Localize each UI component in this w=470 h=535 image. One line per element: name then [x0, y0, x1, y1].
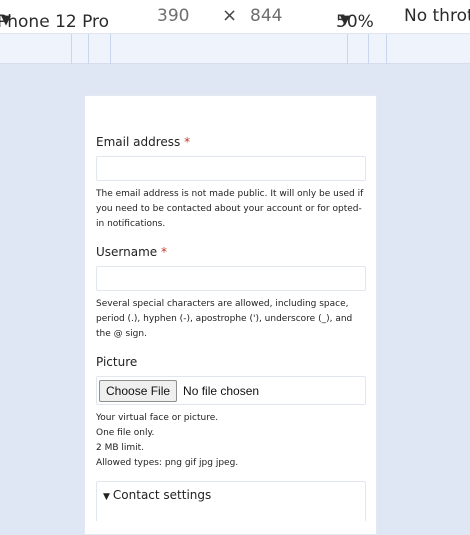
registration-form: Email address * The email address is not…	[96, 134, 366, 521]
throttle-selector[interactable]: No throt	[404, 6, 470, 26]
dropdown-triangle-icon: ▼	[1, 13, 11, 28]
viewport-height-input[interactable]: 844	[250, 6, 282, 26]
picture-help: Your virtual face or picture. One file o…	[96, 411, 366, 471]
device-toolbar: Phone 12 Pro ▼ 390 × 844 50% ▼ No throt	[0, 0, 470, 34]
picture-help-line: One file only.	[96, 428, 155, 438]
dropdown-triangle-icon: ▼	[340, 13, 350, 28]
viewport-width-input[interactable]: 390	[157, 6, 189, 26]
media-query-ruler	[0, 34, 470, 64]
username-label: Username *	[96, 245, 167, 259]
contact-settings-summary[interactable]: ▼ Contact settings	[103, 488, 359, 502]
username-field[interactable]	[96, 266, 366, 291]
ruler-tick[interactable]	[71, 34, 72, 64]
viewport: Email address * The email address is not…	[0, 65, 470, 535]
picture-help-line: Allowed types: png gif jpg jpeg.	[96, 458, 239, 468]
device-name: Phone 12 Pro	[0, 12, 110, 32]
dimension-separator: ×	[222, 5, 238, 26]
email-field[interactable]	[96, 156, 366, 181]
registration-form-card: Email address * The email address is not…	[84, 95, 377, 535]
file-status-text: No file chosen	[183, 383, 260, 398]
email-label: Email address *	[96, 135, 191, 149]
required-marker: *	[184, 135, 191, 149]
contact-settings-label: Contact settings	[112, 488, 212, 502]
username-description: Several special characters are allowed, …	[96, 299, 353, 339]
disclosure-triangle-icon: ▼	[103, 492, 110, 502]
picture-help-line: Your virtual face or picture.	[96, 413, 219, 423]
ruler-tick[interactable]	[110, 34, 111, 64]
picture-upload-field[interactable]: Choose File No file chosen	[96, 376, 366, 405]
choose-file-button[interactable]: Choose File	[99, 379, 178, 402]
email-description: The email address is not made public. It…	[96, 189, 364, 229]
ruler-tick[interactable]	[386, 34, 387, 64]
picture-label: Picture	[96, 355, 138, 369]
picture-help-line: 2 MB limit.	[96, 443, 145, 453]
ruler-tick[interactable]	[88, 34, 89, 64]
required-marker: *	[161, 245, 167, 259]
ruler-tick[interactable]	[347, 34, 348, 64]
contact-settings-details: ▼ Contact settings	[96, 481, 366, 521]
ruler-tick[interactable]	[368, 34, 369, 64]
